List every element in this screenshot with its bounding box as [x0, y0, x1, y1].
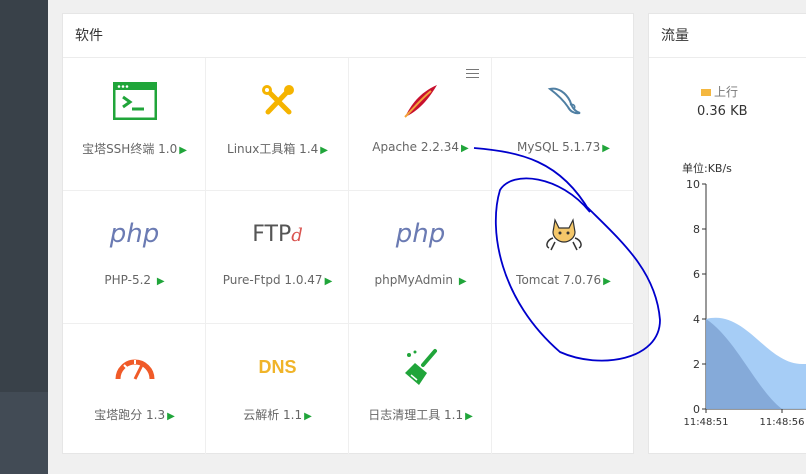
- left-sidebar: [0, 0, 48, 474]
- x-tick-label: 11:48:51: [684, 417, 729, 428]
- software-item-php[interactable]: php PHP-5.2 ▶: [63, 191, 206, 324]
- y-tick-label: 8: [693, 223, 700, 236]
- ftp-icon: FTPd: [252, 221, 303, 247]
- play-arrow-icon[interactable]: ▶: [325, 276, 333, 287]
- software-item-pure-ftpd[interactable]: FTPd Pure-Ftpd 1.0.47 ▶: [206, 191, 349, 324]
- broom-icon: [404, 349, 437, 385]
- software-grid: 宝塔SSH终端 1.0 ▶ Linux工具箱 1.4 ▶ Apache 2.2.…: [63, 58, 635, 455]
- sidebar-lower-block: [0, 392, 48, 474]
- software-item-label: MySQL 5.1.73 ▶: [517, 140, 610, 154]
- x-tick-label: 11:48:56: [760, 417, 805, 428]
- traffic-chart: 10 8 6 4 2 011:48:51 11:48:56: [684, 178, 806, 428]
- software-item-ssh[interactable]: 宝塔SSH终端 1.0 ▶: [63, 58, 206, 191]
- play-arrow-icon[interactable]: ▶: [179, 145, 187, 156]
- play-arrow-icon[interactable]: ▶: [461, 143, 469, 154]
- software-item-mysql[interactable]: MySQL 5.1.73 ▶: [492, 58, 635, 191]
- flow-panel-title: 流量: [649, 14, 806, 58]
- play-arrow-icon[interactable]: ▶: [157, 276, 165, 287]
- legend-swatch: [701, 89, 711, 96]
- software-item-tomcat[interactable]: Tomcat 7.0.76 ▶: [492, 191, 635, 324]
- tomcat-icon: [545, 218, 582, 251]
- software-item-label: 云解析 1.1 ▶: [243, 408, 312, 422]
- software-item-log-cleaner[interactable]: 日志清理工具 1.1 ▶: [349, 324, 492, 455]
- phpmyadmin-icon: php: [395, 219, 446, 249]
- upload-legend: 上行: [701, 83, 738, 100]
- y-tick-label: 6: [693, 268, 700, 281]
- tools-icon: [261, 85, 294, 115]
- software-item-label: Linux工具箱 1.4 ▶: [227, 142, 328, 156]
- software-item-dns[interactable]: DNS 云解析 1.1 ▶: [206, 324, 349, 455]
- software-item-label: PHP-5.2 ▶: [104, 273, 165, 287]
- software-item-apache[interactable]: Apache 2.2.34 ▶: [349, 58, 492, 191]
- terminal-icon: [112, 82, 157, 120]
- software-item-label: Tomcat 7.0.76 ▶: [516, 273, 611, 287]
- play-arrow-icon[interactable]: ▶: [602, 143, 610, 154]
- play-arrow-icon[interactable]: ▶: [320, 145, 328, 156]
- software-panel: 软件 宝塔SSH终端 1.0 ▶ Linux工具箱 1.4 ▶ Apache 2…: [62, 13, 635, 455]
- play-arrow-icon[interactable]: ▶: [465, 411, 473, 422]
- dns-icon: DNS: [258, 356, 297, 377]
- y-tick-label: 0: [693, 403, 700, 416]
- y-tick-label: 4: [693, 313, 700, 326]
- empty-cell: [492, 324, 635, 455]
- software-item-benchmark[interactable]: 宝塔跑分 1.3 ▶: [63, 324, 206, 455]
- y-tick-label: 10: [686, 178, 700, 191]
- software-item-label: 日志清理工具 1.1 ▶: [368, 408, 473, 422]
- upload-value: 0.36 KB: [697, 104, 748, 119]
- software-item-label: 宝塔SSH终端 1.0 ▶: [82, 142, 187, 156]
- play-arrow-icon[interactable]: ▶: [603, 276, 611, 287]
- software-item-label: 宝塔跑分 1.3 ▶: [94, 408, 175, 422]
- software-item-label: Apache 2.2.34 ▶: [372, 140, 469, 154]
- software-item-label: Pure-Ftpd 1.0.47 ▶: [222, 273, 333, 287]
- play-arrow-icon[interactable]: ▶: [167, 411, 175, 422]
- hamburger-menu-icon[interactable]: [466, 69, 479, 78]
- apache-feather-icon: [403, 85, 437, 118]
- gauge-icon: [115, 359, 154, 380]
- play-arrow-icon[interactable]: ▶: [459, 276, 467, 287]
- software-item-linux-toolbox[interactable]: Linux工具箱 1.4 ▶: [206, 58, 349, 191]
- php-icon: php: [109, 219, 160, 249]
- play-arrow-icon[interactable]: ▶: [304, 411, 312, 422]
- software-panel-title: 软件: [63, 14, 633, 58]
- mysql-dolphin-icon: [547, 87, 580, 115]
- software-item-phpmyadmin[interactable]: php phpMyAdmin ▶: [349, 191, 492, 324]
- y-tick-label: 2: [693, 358, 700, 371]
- software-item-label: phpMyAdmin ▶: [374, 273, 467, 287]
